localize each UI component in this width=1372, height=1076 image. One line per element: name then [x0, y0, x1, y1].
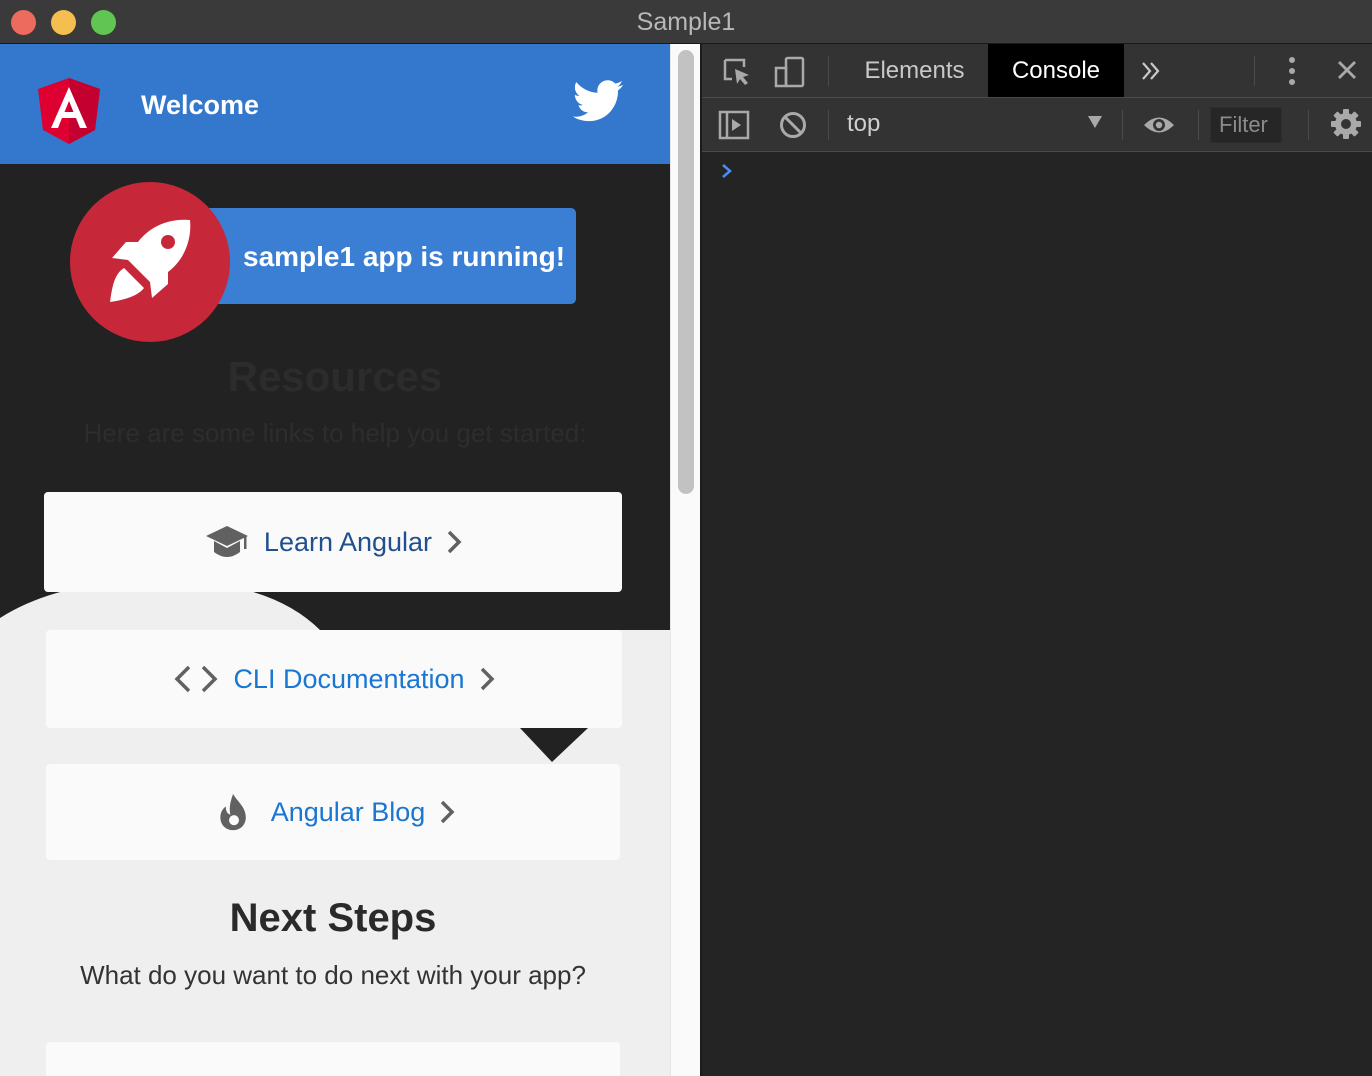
next-steps-title: Next Steps — [229, 896, 437, 940]
app-toolbar: Welcome — [0, 44, 670, 164]
learn-angular-label: Learn Angular — [263, 526, 433, 557]
chevron-right-icon — [480, 667, 495, 691]
scrollbar-thumb[interactable] — [678, 50, 694, 494]
toolbar-separator — [828, 56, 829, 86]
cli-documentation-card[interactable]: CLI Documentation — [46, 630, 622, 728]
close-icon[interactable] — [1336, 59, 1358, 81]
toolbar-separator — [1198, 110, 1199, 140]
eye-icon[interactable] — [1142, 114, 1176, 136]
gear-icon[interactable] — [1330, 108, 1362, 140]
tab-console[interactable]: Console — [988, 44, 1124, 97]
show-sidebar-icon[interactable] — [718, 110, 750, 140]
running-message: sample1 app is running! — [243, 241, 566, 272]
more-tabs-icon[interactable] — [1140, 60, 1162, 82]
angular-blog-card[interactable]: Angular Blog — [46, 764, 620, 860]
cli-documentation-label: CLI Documentation — [233, 663, 465, 694]
graduation-cap-icon — [205, 526, 248, 557]
clear-console-icon[interactable] — [778, 110, 808, 140]
inspect-element-icon[interactable] — [722, 57, 752, 87]
window-title: Sample1 — [636, 8, 736, 36]
toolbar-separator — [828, 110, 829, 140]
toolbar-title: Welcome — [141, 90, 260, 120]
app-viewport: Welcome sample1 app is running! Resource… — [0, 44, 670, 1076]
toolbar-separator — [1254, 56, 1255, 86]
learn-angular-card[interactable]: Learn Angular — [44, 492, 622, 592]
toolbar-separator — [1122, 110, 1123, 140]
console-prompt-icon[interactable] — [720, 162, 734, 180]
context-selector[interactable]: top — [847, 110, 880, 138]
devtools-tabbar: Elements Console — [702, 44, 1372, 98]
chevron-right-icon — [447, 530, 462, 554]
toolbar-separator — [1308, 110, 1309, 140]
filter-input[interactable]: Filter — [1210, 107, 1282, 143]
code-brackets-icon — [174, 665, 218, 693]
tab-elements[interactable]: Elements — [842, 44, 987, 97]
twitter-icon[interactable] — [572, 80, 624, 122]
device-toolbar-icon[interactable] — [774, 56, 806, 88]
dropdown-arrow-icon — [1088, 116, 1102, 128]
angular-logo-icon — [38, 78, 100, 144]
next-step-card[interactable] — [46, 1042, 620, 1076]
angular-blog-label: Angular Blog — [270, 796, 426, 827]
resources-subtitle: Here are some links to help you get star… — [83, 418, 587, 448]
app-scrollbar[interactable] — [670, 44, 700, 1076]
next-steps-subtitle: What do you want to do next with your ap… — [80, 960, 586, 990]
devtools-panel: Elements Console top Filter — [700, 44, 1372, 1076]
chevron-right-icon — [441, 800, 455, 824]
rocket-icon — [110, 219, 191, 302]
console-toolbar: top Filter — [702, 98, 1372, 152]
kebab-menu-icon[interactable] — [1286, 56, 1298, 86]
resources-title: Resources — [227, 353, 443, 400]
window-titlebar: Sample1 — [0, 0, 1372, 44]
flame-icon — [220, 793, 246, 831]
